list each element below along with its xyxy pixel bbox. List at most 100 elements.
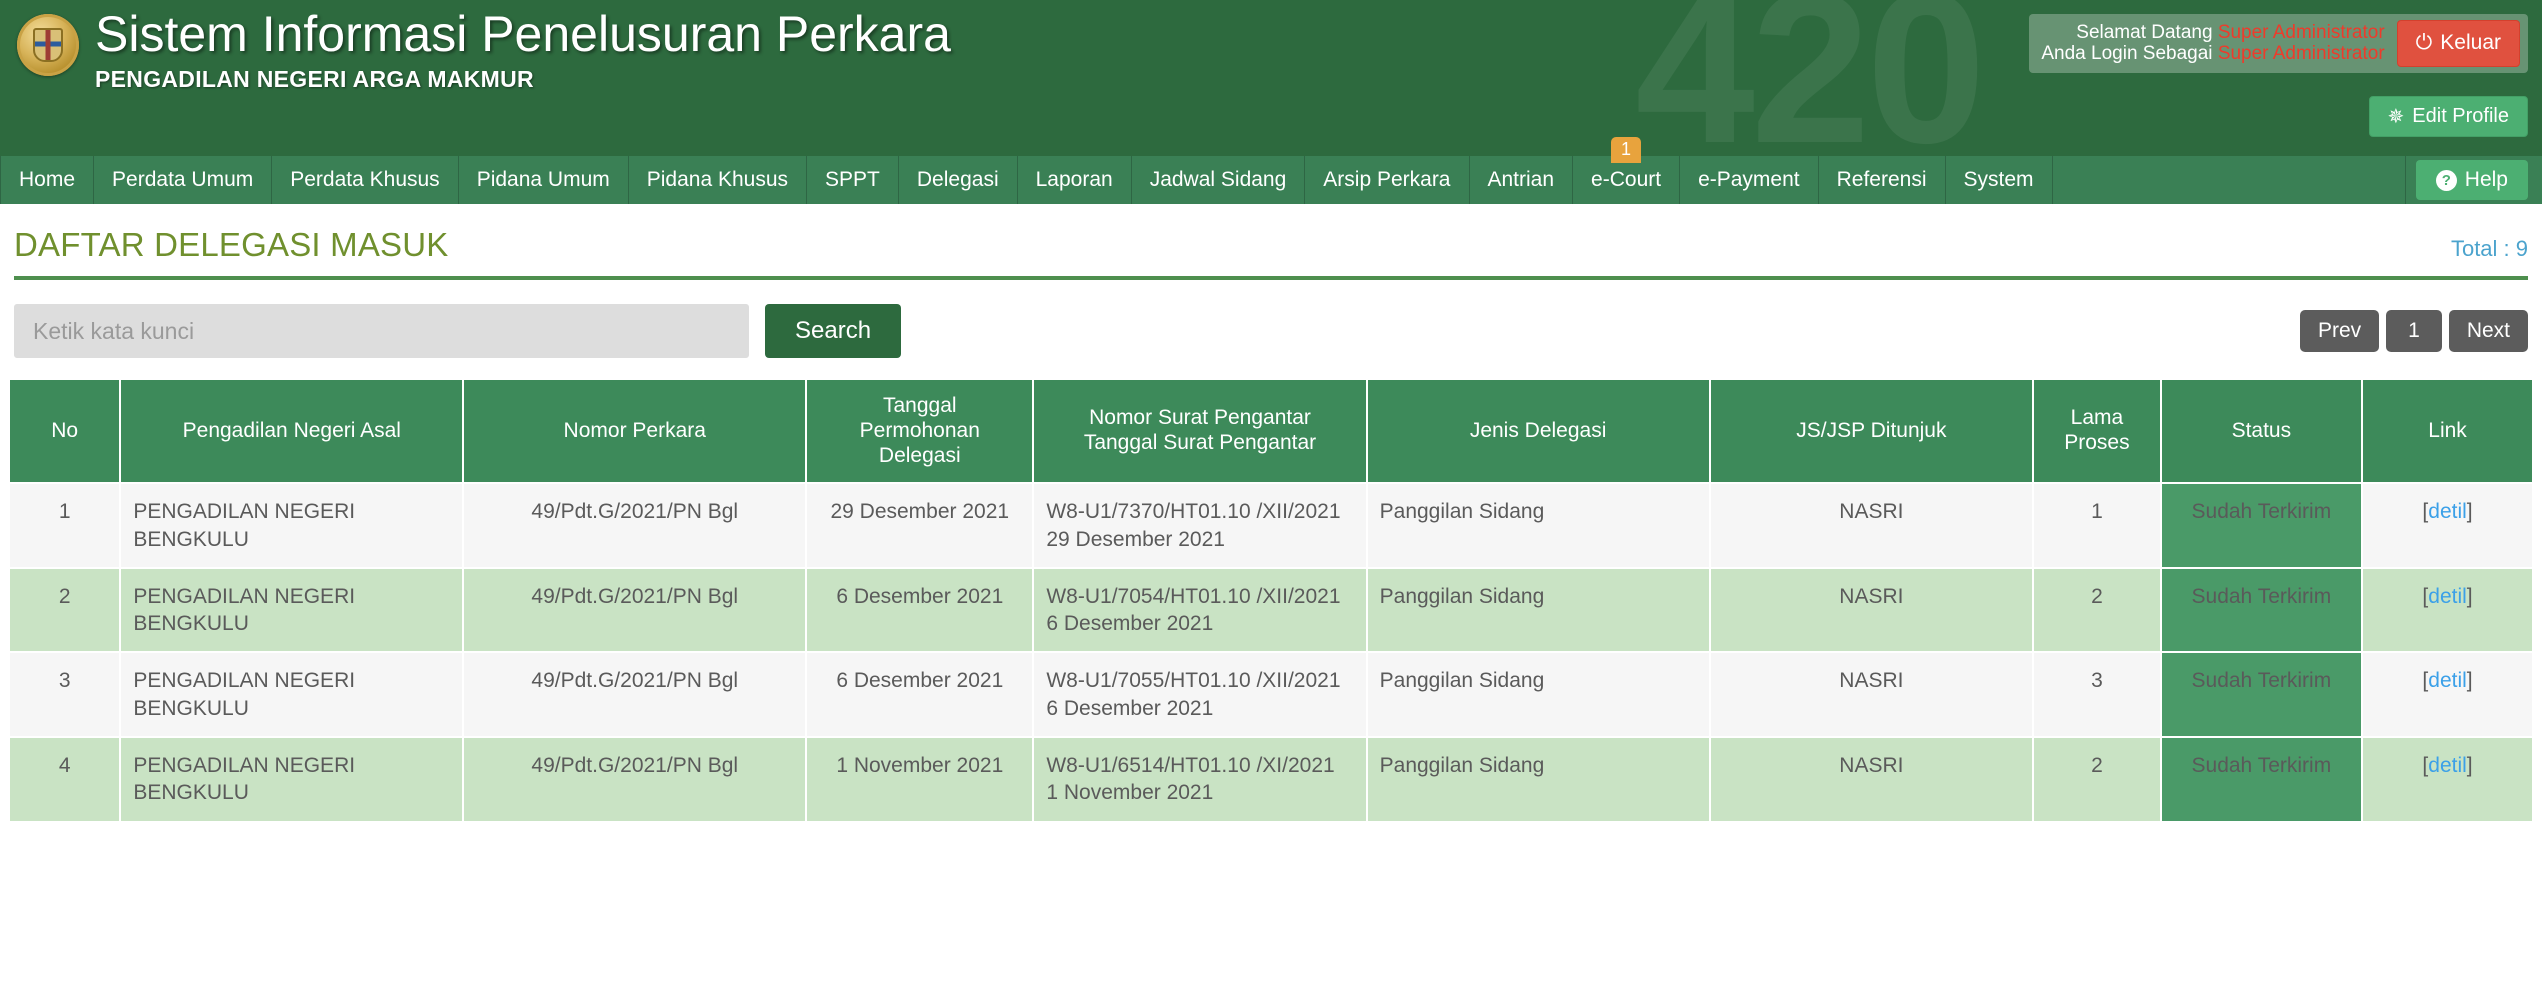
help-button[interactable]: ? Help bbox=[2415, 160, 2528, 200]
nav-item-arsip-perkara[interactable]: Arsip Perkara bbox=[1305, 156, 1470, 204]
cell-js-jsp-ditunjuk: NASRI bbox=[1710, 738, 2033, 821]
surat-nomor: W8-U1/7055/HT01.10 /XII/2021 bbox=[1046, 669, 1341, 693]
nav-item-e-payment[interactable]: e-Payment bbox=[1680, 156, 1819, 204]
search-toolbar: Search Prev 1 Next bbox=[8, 280, 2534, 378]
status-badge: Sudah Terkirim bbox=[2161, 484, 2362, 567]
table-row: 4 PENGADILAN NEGERI BENGKULU 49/Pdt.G/2021… bbox=[10, 738, 2532, 821]
surat-tanggal: 29 Desember 2021 bbox=[1046, 527, 1225, 551]
pagination-page-1-button[interactable]: 1 bbox=[2386, 310, 2442, 352]
cell-no: 4 bbox=[10, 738, 120, 821]
cell-nomor-surat-pengantar: W8-U1/7054/HT01.10 /XII/2021 6 Desember 2… bbox=[1034, 568, 1366, 652]
main-navigation: Home Perdata Umum Perdata Khusus Pidana Umu… bbox=[0, 137, 2542, 204]
detail-link[interactable]: detil bbox=[2428, 585, 2467, 608]
pagination: Prev 1 Next bbox=[2299, 310, 2528, 352]
pagination-prev-button[interactable]: Prev bbox=[2299, 310, 2380, 352]
status-badge: Sudah Terkirim bbox=[2161, 568, 2362, 652]
nav-spacer bbox=[2053, 156, 2406, 204]
logout-button[interactable]: ⏻ Keluar bbox=[2396, 20, 2520, 67]
nav-item-antrian[interactable]: Antrian bbox=[1470, 156, 1574, 204]
detail-link[interactable]: detil bbox=[2428, 500, 2467, 523]
page-content: DAFTAR DELEGASI MASUK Total : 9 Search P… bbox=[0, 204, 2542, 823]
nav-item-label: SPPT bbox=[825, 168, 880, 191]
col-surat-l1: Nomor Surat Pengantar bbox=[1089, 406, 1311, 430]
col-surat-l2: Tanggal Surat Pengantar bbox=[1083, 431, 1317, 455]
nav-item-perdata-khusus[interactable]: Perdata Khusus bbox=[272, 156, 459, 204]
cell-nomor-surat-pengantar: W8-U1/7055/HT01.10 /XII/2021 6 Desember 2… bbox=[1034, 653, 1366, 737]
header-watermark: 420 bbox=[1635, 0, 1986, 155]
nav-item-home[interactable]: Home bbox=[0, 156, 95, 204]
cell-lama-proses: 3 bbox=[2034, 653, 2160, 737]
search-button[interactable]: Search bbox=[765, 304, 902, 358]
detail-link[interactable]: detil bbox=[2428, 669, 2467, 692]
welcome-text: Selamat Datang Super Administrator Anda … bbox=[2037, 20, 2396, 67]
nav-item-label: Pidana Khusus bbox=[646, 168, 789, 191]
welcome-label: Selamat Datang bbox=[2076, 22, 2213, 43]
column-header-js-jsp-ditunjuk: JS/JSP Ditunjuk bbox=[1710, 380, 2033, 483]
page-header-row: DAFTAR DELEGASI MASUK Total : 9 bbox=[8, 204, 2534, 276]
cell-pengadilan-asal: PENGADILAN NEGERI BENGKULU bbox=[121, 568, 463, 652]
nav-item-label: Jadwal Sidang bbox=[1149, 168, 1287, 191]
welcome-username: Super Administrator bbox=[2217, 22, 2385, 43]
cell-nomor-perkara: 49/Pdt.G/2021/PN Bgl bbox=[464, 568, 806, 652]
nav-item-e-court[interactable]: 1 e-Court bbox=[1573, 137, 1681, 204]
nav-item-pidana-umum[interactable]: Pidana Umum bbox=[459, 156, 629, 204]
page-title: DAFTAR DELEGASI MASUK bbox=[14, 226, 449, 263]
delegasi-table: No Pengadilan Negeri Asal Nomor Perkara … bbox=[8, 378, 2534, 823]
nav-item-referensi[interactable]: Referensi bbox=[1819, 156, 1946, 204]
role-label: Anda Login Sebagai bbox=[2041, 43, 2213, 65]
nav-item-laporan[interactable]: Laporan bbox=[1018, 156, 1132, 204]
nav-item-pidana-khusus[interactable]: Pidana Khusus bbox=[629, 156, 808, 204]
column-header-tanggal-permohonan: Tanggal Permohonan Delegasi bbox=[807, 380, 1033, 483]
surat-nomor: W8-U1/7054/HT01.10 /XII/2021 bbox=[1046, 584, 1341, 608]
cell-no: 3 bbox=[10, 653, 120, 737]
table-body: 1 PENGADILAN NEGERI BENGKULU 49/Pdt.G/2021… bbox=[10, 484, 2532, 821]
cell-link: [detil] bbox=[2363, 568, 2532, 652]
cell-jenis-delegasi: Panggilan Sidang bbox=[1367, 568, 1709, 652]
cell-jenis-delegasi: Panggilan Sidang bbox=[1367, 738, 1709, 821]
nav-item-system[interactable]: System bbox=[1946, 156, 2053, 204]
edit-profile-button[interactable]: ✵ Edit Profile bbox=[2368, 96, 2528, 137]
court-emblem-logo bbox=[17, 14, 79, 76]
pagination-next-button[interactable]: Next bbox=[2448, 310, 2528, 352]
gear-icon: ✵ bbox=[2387, 106, 2405, 128]
search-input[interactable] bbox=[14, 304, 749, 358]
role-value: Super Administrator bbox=[2217, 43, 2385, 65]
cell-nomor-perkara: 49/Pdt.G/2021/PN Bgl bbox=[464, 484, 806, 567]
cell-tanggal-permohonan: 6 Desember 2021 bbox=[807, 653, 1033, 737]
detail-link[interactable]: detil bbox=[2428, 754, 2467, 777]
table-row: 2 PENGADILAN NEGERI BENGKULU 49/Pdt.G/2021… bbox=[10, 568, 2532, 652]
nav-item-perdata-umum[interactable]: Perdata Umum bbox=[94, 156, 273, 204]
cell-link: [detil] bbox=[2363, 484, 2532, 567]
cell-js-jsp-ditunjuk: NASRI bbox=[1710, 568, 2033, 652]
cell-js-jsp-ditunjuk: NASRI bbox=[1710, 653, 2033, 737]
nav-item-label: Referensi bbox=[1836, 168, 1927, 191]
cell-nomor-surat-pengantar: W8-U1/6514/HT01.10 /XI/2021 1 November 20… bbox=[1034, 738, 1366, 821]
cell-tanggal-permohonan: 29 Desember 2021 bbox=[807, 484, 1033, 567]
column-header-jenis-delegasi: Jenis Delegasi bbox=[1367, 380, 1709, 483]
column-header-no: No bbox=[10, 380, 120, 483]
table-header-row: No Pengadilan Negeri Asal Nomor Perkara … bbox=[10, 380, 2532, 483]
status-badge: Sudah Terkirim bbox=[2161, 653, 2362, 737]
nav-item-jadwal-sidang[interactable]: Jadwal Sidang bbox=[1132, 156, 1306, 204]
cell-lama-proses: 2 bbox=[2034, 738, 2160, 821]
column-header-status: Status bbox=[2161, 380, 2362, 483]
cell-jenis-delegasi: Panggilan Sidang bbox=[1367, 653, 1709, 737]
surat-nomor: W8-U1/6514/HT01.10 /XI/2021 bbox=[1046, 754, 1335, 778]
column-header-lama-proses: Lama Proses bbox=[2034, 380, 2160, 483]
table-row: 1 PENGADILAN NEGERI BENGKULU 49/Pdt.G/2021… bbox=[10, 484, 2532, 567]
nav-item-sppt[interactable]: SPPT bbox=[807, 156, 899, 204]
col-lama-l1: Lama bbox=[2070, 406, 2124, 430]
cell-nomor-perkara: 49/Pdt.G/2021/PN Bgl bbox=[464, 738, 806, 821]
cell-pengadilan-asal: PENGADILAN NEGERI BENGKULU bbox=[121, 653, 463, 737]
surat-nomor: W8-U1/7370/HT01.10 /XII/2021 bbox=[1046, 500, 1341, 524]
nav-item-delegasi[interactable]: Delegasi bbox=[899, 156, 1018, 204]
page-subtitle-court: PENGADILAN NEGERI ARGA MAKMUR bbox=[95, 65, 534, 92]
cell-tanggal-permohonan: 1 November 2021 bbox=[807, 738, 1033, 821]
nav-item-label: Laporan bbox=[1035, 168, 1113, 191]
nav-item-label: Antrian bbox=[1487, 168, 1555, 191]
col-lama-l2: Proses bbox=[2064, 431, 2130, 455]
surat-tanggal: 6 Desember 2021 bbox=[1046, 696, 1214, 720]
cell-nomor-perkara: 49/Pdt.G/2021/PN Bgl bbox=[464, 653, 806, 737]
cell-pengadilan-asal: PENGADILAN NEGERI BENGKULU bbox=[121, 738, 463, 821]
cell-no: 1 bbox=[10, 484, 120, 567]
